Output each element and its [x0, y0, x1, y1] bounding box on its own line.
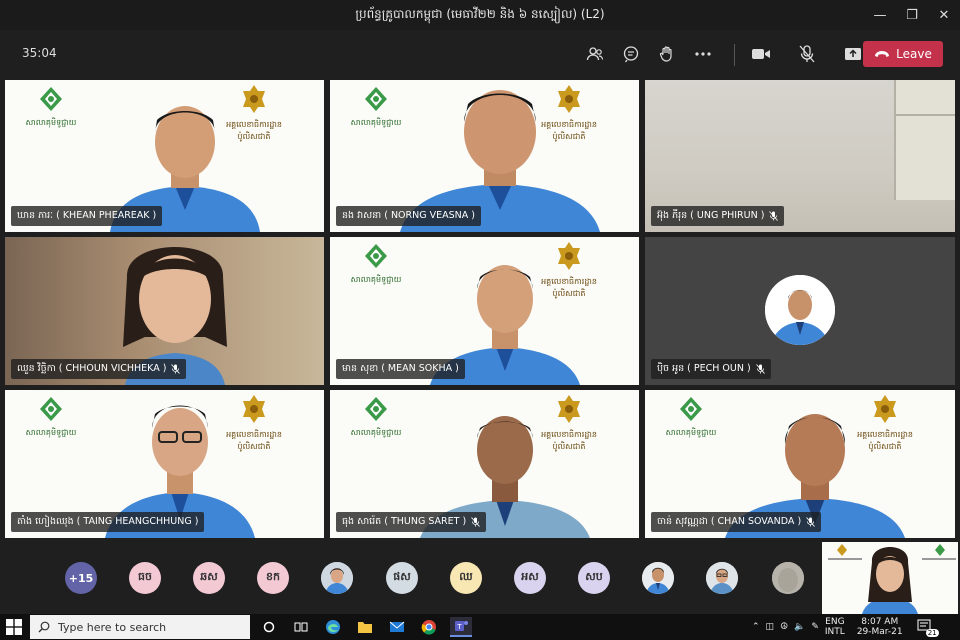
taskbar-search[interactable]: Type here to search	[30, 615, 250, 639]
participant-name-tag: តាំង ហៀងឈុង ( TAING HEANGCHHUNG )	[11, 512, 205, 532]
video-tile[interactable]: សាលាគុមិទូជ្ជាយ អគ្គលេខាធិការដ្ឋាន ប៉ូលិ…	[330, 390, 639, 538]
network-icon[interactable]: ◫	[766, 622, 775, 632]
school-logo: សាលាគុមិទូជ្ជាយ	[344, 243, 408, 285]
edge-icon[interactable]	[322, 617, 344, 637]
participant-name-tag: ឃាន ភារៈ ( KHEAN PHEAREAK )	[11, 206, 163, 226]
taskbar-apps: T	[258, 617, 472, 637]
hang-up-icon	[875, 51, 890, 57]
notification-center-icon[interactable]: 21	[917, 619, 939, 637]
title-bar: ប្រព័ន្ធគ្រូបាលកម្ពុជា (មេធាវី២២ និង ៦ ន…	[0, 0, 960, 30]
school-logo: សាលាគុមិទូជ្ជាយ	[659, 396, 723, 438]
leave-label: Leave	[896, 47, 932, 61]
video-tile[interactable]: ប៉ិច អូន ( PECH OUN )	[645, 237, 955, 385]
video-tile[interactable]: សាលាគុមិទូជ្ជាយ អគ្គលេខាធិការដ្ឋាន ប៉ូលិ…	[330, 237, 639, 385]
more-participants-button[interactable]: +15	[65, 562, 97, 594]
participant-name-tag: ប៉ិច អូន ( PECH OUN )	[651, 359, 771, 379]
video-tile[interactable]: អ៊ុង ភីរុន ( UNG PHIRUN )	[645, 80, 955, 232]
teams-meeting-window: ប្រព័ន្ធគ្រូបាលកម្ពុជា (មេធាវី២២ និង ៦ ន…	[0, 0, 960, 640]
windows-start-icon[interactable]	[6, 619, 22, 635]
video-tile[interactable]: ឈួន វិច្ឆិកា ( CHHOUN VICHHEKA )	[5, 237, 324, 385]
leave-button[interactable]: Leave	[863, 41, 943, 67]
mic-off-icon	[806, 517, 815, 527]
mic-off-icon	[769, 211, 779, 221]
meeting-timer: 35:04	[22, 46, 57, 60]
video-tile[interactable]: សាលាគុមិទូជ្ជាយ អគ្គលេខាធិការដ្ឋាន ប៉ូលិ…	[5, 390, 324, 538]
self-preview-video[interactable]	[822, 542, 958, 614]
toolbar-divider	[734, 44, 735, 66]
chrome-icon[interactable]	[418, 617, 440, 637]
volume-icon[interactable]: 🔈	[794, 622, 805, 632]
mic-off-icon[interactable]	[794, 42, 820, 66]
participant-chip[interactable]: ឆស	[193, 562, 225, 594]
participant-name-tag: ធុង សារ៉េត ( THUNG SARET )	[336, 512, 487, 532]
search-icon	[38, 621, 50, 633]
more-icon[interactable]	[690, 42, 716, 66]
participant-name-tag: ឈួន វិច្ឆិកា ( CHHOUN VICHHEKA )	[11, 359, 187, 379]
school-logo: សាលាគុមិទូជ្ជាយ	[344, 86, 408, 128]
mic-off-icon	[471, 517, 481, 527]
video-tile[interactable]: សាលាគុមិទូជ្ជាយ អគ្គលេខាធិការដ្ឋាន ប៉ូលិ…	[5, 80, 324, 232]
participant-avatar[interactable]	[706, 562, 738, 594]
chat-icon[interactable]	[618, 42, 644, 66]
participant-name-tag: អ៊ុង ភីរុន ( UNG PHIRUN )	[651, 206, 785, 226]
self-video	[822, 542, 958, 614]
school-logo: សាលាគុមិទូជ្ជាយ	[344, 396, 408, 438]
restore-icon[interactable]: ❐	[896, 0, 928, 30]
meeting-controls	[582, 42, 716, 66]
notification-count: 21	[925, 629, 939, 637]
participant-name-tag: នង វាសនា ( NORNG VEASNA )	[336, 206, 481, 226]
clock[interactable]: 8:07 AM 29-Mar-21	[857, 617, 903, 638]
participant-chip[interactable]: ធច	[129, 562, 161, 594]
show-hidden-icons[interactable]: ⌃	[752, 622, 760, 632]
system-tray: ⌃ ◫ ☮ 🔈 ✎ ENG INTL 8:07 AM 29-Mar-21 21	[752, 614, 939, 640]
video-tile[interactable]: សាលាគុមិទូជ្ជាយ អគ្គលេខាធិការដ្ឋាន ប៉ូលិ…	[645, 390, 955, 538]
minimize-icon[interactable]: —	[864, 0, 896, 30]
avatar	[765, 275, 835, 345]
window-controls: — ❐ ✕	[864, 0, 960, 30]
video-tile[interactable]: សាលាគុមិទូជ្ជាយ អគ្គលេខាធិការដ្ឋាន ប៉ូលិ…	[330, 80, 639, 232]
window-title: ប្រព័ន្ធគ្រូបាលកម្ពុជា (មេធាវី២២ និង ៦ ន…	[355, 7, 605, 21]
mic-off-icon	[171, 364, 181, 374]
participant-strip: +15 ធច ឆស ខក ផស ឈ អស សប	[0, 540, 960, 614]
participants-icon[interactable]	[582, 42, 608, 66]
participant-chip[interactable]: ខក	[257, 562, 289, 594]
mic-off-icon	[755, 364, 765, 374]
mail-icon[interactable]	[386, 617, 408, 637]
school-logo: សាលាគុមិទូជ្ជាយ	[19, 396, 83, 438]
meeting-toolbar: 35:04 Leave	[0, 30, 960, 78]
media-controls	[748, 42, 866, 66]
raise-hand-icon[interactable]	[654, 42, 680, 66]
participant-avatar[interactable]	[321, 562, 353, 594]
task-view-icon[interactable]	[290, 617, 312, 637]
participant-avatar[interactable]	[642, 562, 674, 594]
participant-chip[interactable]: ឈ	[450, 562, 482, 594]
close-icon[interactable]: ✕	[928, 0, 960, 30]
participant-avatar[interactable]	[772, 562, 804, 594]
file-explorer-icon[interactable]	[354, 617, 376, 637]
camera-icon[interactable]	[748, 42, 774, 66]
participant-chip[interactable]: សប	[578, 562, 610, 594]
pen-icon[interactable]: ✎	[811, 622, 819, 632]
cortana-icon[interactable]	[258, 617, 280, 637]
participant-chip[interactable]: ផស	[386, 562, 418, 594]
school-logo: សាលាគុមិទូជ្ជាយ	[19, 86, 83, 128]
windows-taskbar: Type here to search T ⌃ ◫ ☮ 🔈 ✎ ENG INTL…	[0, 614, 960, 640]
participant-name-tag: ចាន់ សុវណ្ណដា ( CHAN SOVANDA )	[651, 512, 822, 532]
teams-icon[interactable]: T	[450, 617, 472, 637]
search-placeholder: Type here to search	[58, 620, 167, 634]
participant-name-tag: មាន សុខា ( MEAN SOKHA )	[336, 359, 465, 379]
svg-text:T: T	[456, 623, 462, 631]
video-grid: សាលាគុមិទូជ្ជាយ អគ្គលេខាធិការដ្ឋាន ប៉ូលិ…	[5, 80, 955, 538]
wifi-icon[interactable]: ☮	[780, 622, 788, 632]
language-indicator[interactable]: ENG INTL	[825, 617, 845, 638]
participant-chip[interactable]: អស	[514, 562, 546, 594]
